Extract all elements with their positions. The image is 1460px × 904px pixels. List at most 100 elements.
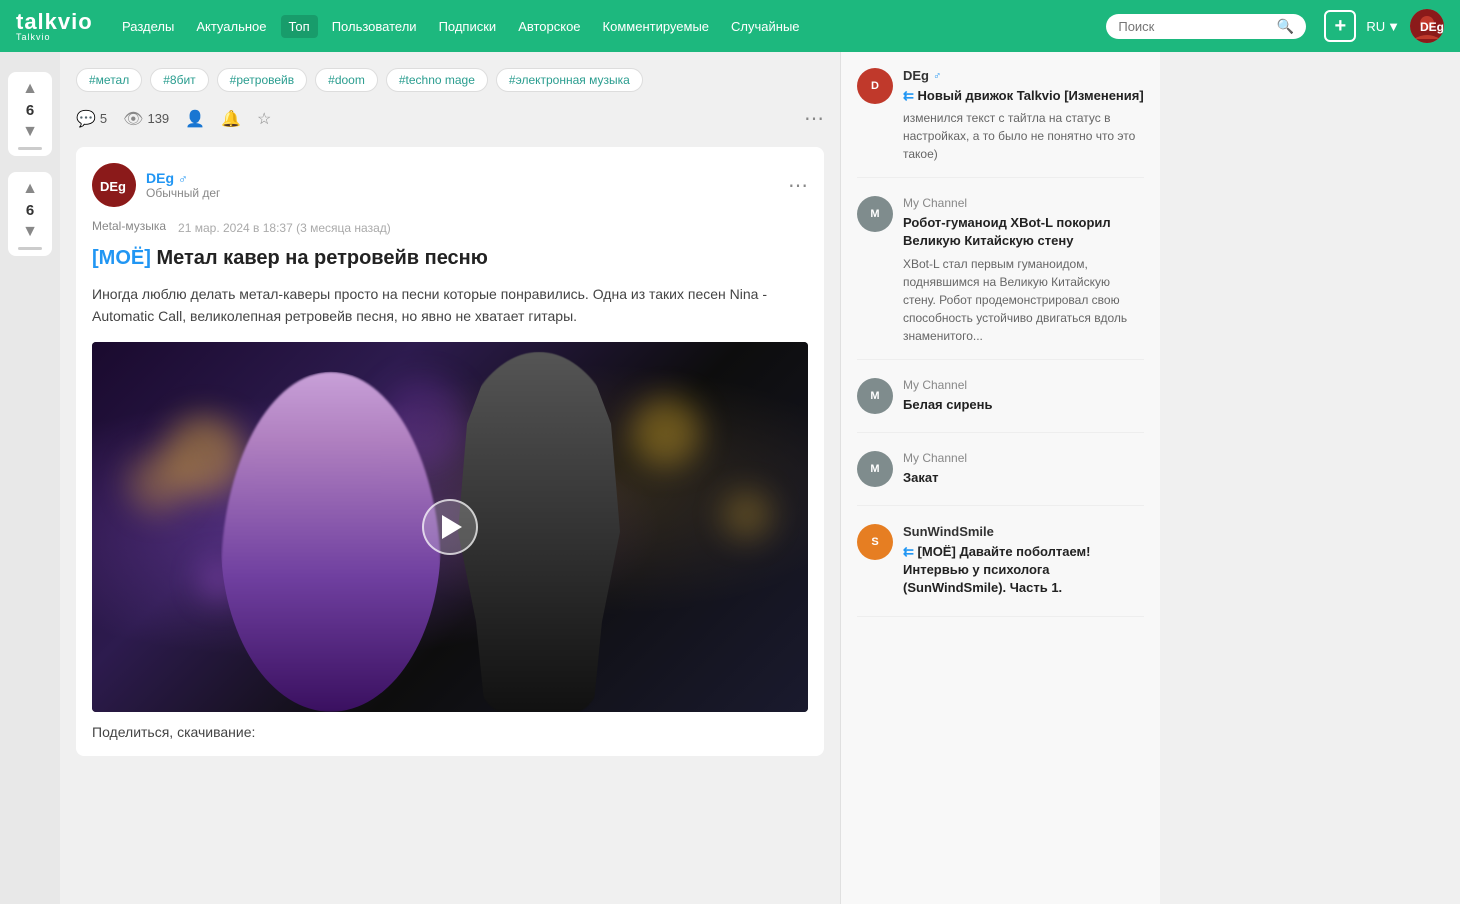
page-body: ▲ 6 ▼ ▲ 6 ▼ #метал #8бит #ретровейв #doo… <box>0 52 1460 904</box>
sidebar-post-title-5[interactable]: ⇇ [МОЁ] Давайте поболтаем! Интервью у пс… <box>903 543 1144 598</box>
sidebar-author-2: My Channel <box>903 196 1144 210</box>
more-options-button[interactable]: ⋯ <box>804 106 824 131</box>
gender-icon: ♂ <box>178 171 188 186</box>
post-title: [МОЁ] Метал кавер на ретровейв песню <box>92 245 808 271</box>
sidebar-post-5: S SunWindSmile ⇇ [МОЁ] Давайте поболтаем… <box>857 524 1144 617</box>
tag-metal[interactable]: #метал <box>76 68 142 92</box>
views-count: 139 <box>147 111 169 126</box>
tag-electro[interactable]: #электронная музыка <box>496 68 643 92</box>
play-button[interactable] <box>422 499 478 555</box>
sidebar-post-4: M My Channel Закат <box>857 451 1144 506</box>
sidebar-post-3: M My Channel Белая сирень <box>857 378 1144 433</box>
comment-icon: 💬 <box>76 109 96 129</box>
sidebar-post-excerpt-1: изменился текст с тайтла на статус в нас… <box>903 109 1144 163</box>
sidebar-post-content-3: My Channel Белая сирень <box>903 378 1144 418</box>
nav-top[interactable]: Топ <box>281 15 318 38</box>
comments-meta[interactable]: 💬 5 <box>76 109 107 129</box>
sidebar-avatar-2[interactable]: M <box>857 196 893 232</box>
sidebar-post-1: D DEg ♂ ⇇ Новый движок Talkvio [Изменени… <box>857 68 1144 178</box>
language-selector[interactable]: RU ▼ <box>1366 19 1400 34</box>
logo[interactable]: talkvio Talkvio <box>16 11 96 42</box>
post-author-info: DEg ♂ Обычный дег <box>146 170 788 200</box>
post-category[interactable]: Metal-музыка <box>92 219 166 233</box>
star-button[interactable]: ☆ <box>257 109 271 129</box>
header: talkvio Talkvio Разделы Актуальное Топ П… <box>0 0 1460 52</box>
subscribe-button[interactable]: 👤 <box>185 109 205 129</box>
nav-podpiski[interactable]: Подписки <box>431 15 505 38</box>
user-avatar-header[interactable]: DEg <box>1410 9 1444 43</box>
post-options-button[interactable]: ⋯ <box>788 173 808 198</box>
logo-sub: Talkvio <box>16 33 96 42</box>
search-input[interactable] <box>1118 19 1271 34</box>
left-sidebar: ▲ 6 ▼ ▲ 6 ▼ <box>0 52 60 904</box>
sidebar-post-2: M My Channel Робот-гуманоид XBot-L покор… <box>857 196 1144 359</box>
downvote-button-1[interactable]: ▼ <box>16 121 44 143</box>
vote-minus-2[interactable] <box>18 247 42 250</box>
vote-count-1: 6 <box>26 102 34 119</box>
svg-text:DEg: DEg <box>1420 20 1444 34</box>
post-card: DEg DEg ♂ Обычный дег ⋯ Metal-музыка 21 … <box>76 147 824 756</box>
sidebar-avatar-3[interactable]: M <box>857 378 893 414</box>
main-nav: Разделы Актуальное Топ Пользователи Подп… <box>114 15 1088 38</box>
sidebar-post-excerpt-2: XBot-L стал первым гуманоидом, поднявшим… <box>903 255 1144 345</box>
nav-kommentiruyemye[interactable]: Комментируемые <box>595 15 717 38</box>
tags-bar: #метал #8бит #ретровейв #doom #techno ma… <box>76 68 824 92</box>
vote-count-2: 6 <box>26 202 34 219</box>
views-meta[interactable]: 👁 139 <box>123 109 169 129</box>
sidebar-post-title-4[interactable]: Закат <box>903 469 1144 487</box>
sidebar-avatar-5[interactable]: S <box>857 524 893 560</box>
vote-block-2: ▲ 6 ▼ <box>8 172 52 256</box>
header-actions: + RU ▼ DEg <box>1324 9 1444 43</box>
eye-icon: 👁 <box>123 109 143 129</box>
post-author-status: Обычный дег <box>146 186 788 200</box>
upvote-button-2[interactable]: ▲ <box>16 178 44 200</box>
main-content: #метал #8бит #ретровейв #doom #techno ma… <box>60 52 840 904</box>
post-author-avatar[interactable]: DEg <box>92 163 136 207</box>
sidebar-post-title-3[interactable]: Белая сирень <box>903 396 1144 414</box>
person-add-icon: 👤 <box>185 109 205 129</box>
post-category-line: Metal-музыка 21 мар. 2024 в 18:37 (3 мес… <box>92 219 808 237</box>
sidebar-author-3: My Channel <box>903 378 1144 392</box>
post-author-name[interactable]: DEg ♂ <box>146 170 788 186</box>
sidebar-post-content-1: DEg ♂ ⇇ Новый движок Talkvio [Изменения]… <box>903 68 1144 163</box>
play-triangle-icon <box>442 515 462 539</box>
post-date: 21 мар. 2024 в 18:37 (3 месяца назад) <box>178 221 391 235</box>
tag-retroveyv[interactable]: #ретровейв <box>217 68 307 92</box>
sidebar-post-content-4: My Channel Закат <box>903 451 1144 491</box>
tag-techno-mage[interactable]: #techno mage <box>386 68 488 92</box>
post-meta-bar: 💬 5 👁 139 👤 🔔 ☆ ⋯ <box>76 106 824 131</box>
comment-count: 5 <box>100 111 107 126</box>
nav-razdelyы[interactable]: Разделы <box>114 15 182 38</box>
nav-aktualnoe[interactable]: Актуальное <box>188 15 274 38</box>
sidebar-post-content-5: SunWindSmile ⇇ [МОЁ] Давайте поболтаем! … <box>903 524 1144 602</box>
sidebar-author-1: DEg ♂ <box>903 68 1144 83</box>
nav-sluchajnye[interactable]: Случайные <box>723 15 808 38</box>
add-button[interactable]: + <box>1324 10 1356 42</box>
nav-avtorskoe[interactable]: Авторское <box>510 15 588 38</box>
video-player[interactable] <box>92 342 808 712</box>
bell-icon: 🔔 <box>221 109 241 129</box>
sidebar-avatar-4[interactable]: M <box>857 451 893 487</box>
svg-text:DEg: DEg <box>100 179 126 194</box>
star-icon: ☆ <box>257 109 271 129</box>
search-box: 🔍 <box>1106 14 1306 39</box>
sidebar-author-4: My Channel <box>903 451 1144 465</box>
sidebar-post-content-2: My Channel Робот-гуманоид XBot-L покорил… <box>903 196 1144 344</box>
post-header: DEg DEg ♂ Обычный дег ⋯ <box>92 163 808 207</box>
vote-block-1: ▲ 6 ▼ <box>8 72 52 156</box>
sidebar-avatar-1[interactable]: D <box>857 68 893 104</box>
tag-doom[interactable]: #doom <box>315 68 378 92</box>
sidebar-author-5: SunWindSmile <box>903 524 1144 539</box>
sidebar-post-title-2[interactable]: Робот-гуманоид XBot-L покорил Великую Ки… <box>903 214 1144 250</box>
search-icon: 🔍 <box>1277 18 1294 35</box>
sidebar-post-title-1[interactable]: ⇇ Новый движок Talkvio [Изменения] <box>903 87 1144 105</box>
upvote-button-1[interactable]: ▲ <box>16 78 44 100</box>
post-footer-text: Поделиться, скачивание: <box>92 724 808 740</box>
nav-polzovateli[interactable]: Пользователи <box>324 15 425 38</box>
downvote-button-2[interactable]: ▼ <box>16 221 44 243</box>
post-body: Иногда люблю делать метал-каверы просто … <box>92 283 808 328</box>
vote-minus-1[interactable] <box>18 147 42 150</box>
notify-button[interactable]: 🔔 <box>221 109 241 129</box>
tag-8bit[interactable]: #8бит <box>150 68 208 92</box>
right-sidebar: D DEg ♂ ⇇ Новый движок Talkvio [Изменени… <box>840 52 1160 904</box>
